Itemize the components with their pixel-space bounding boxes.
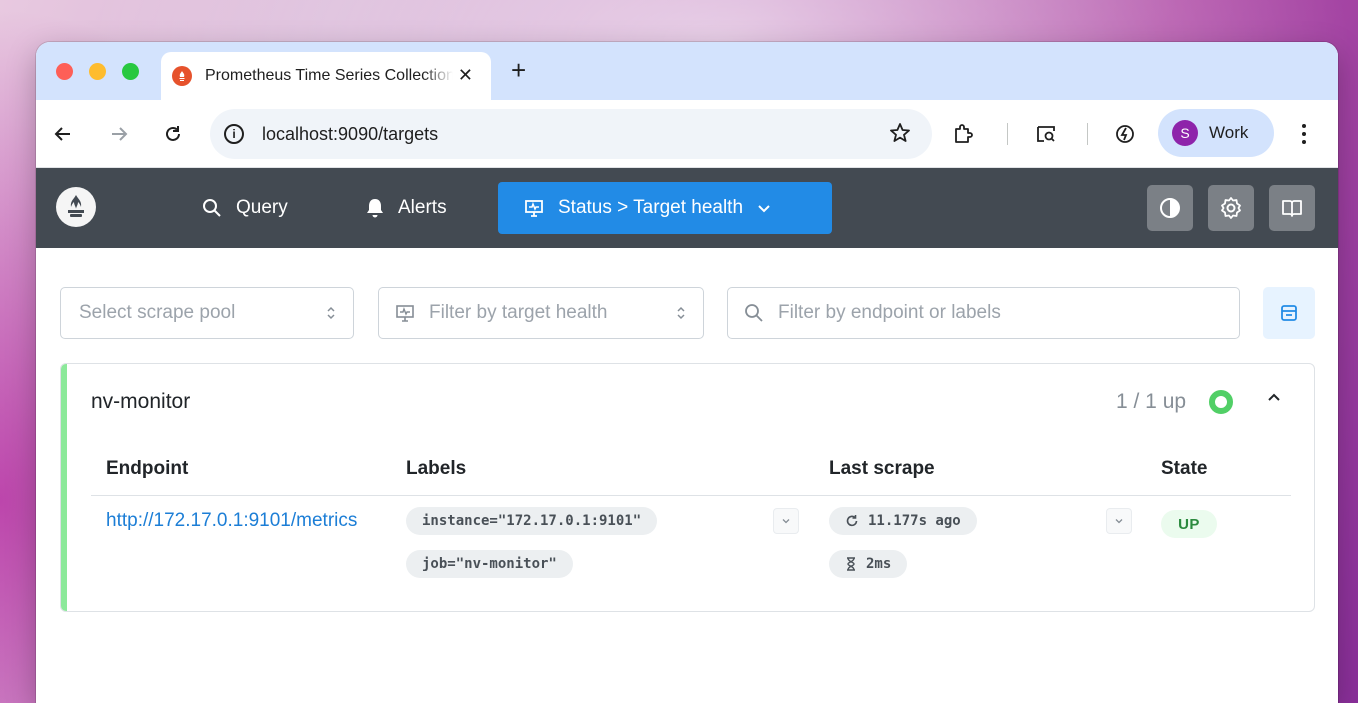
search-icon: [202, 198, 222, 218]
toolbar-divider: [1007, 123, 1008, 145]
monitor-icon: [524, 198, 544, 218]
endpoint-filter-placeholder: Filter by endpoint or labels: [778, 302, 1001, 323]
back-button[interactable]: [46, 117, 80, 151]
new-tab-button[interactable]: +: [511, 56, 526, 84]
prometheus-navbar: Query Alerts Status > Target health: [36, 168, 1338, 248]
address-bar[interactable]: i localhost:9090/targets: [210, 109, 932, 159]
expand-labels-button[interactable]: [773, 508, 799, 534]
nav-status-dropdown[interactable]: Status > Target health: [498, 182, 832, 234]
tab-close-icon[interactable]: ✕: [458, 65, 473, 85]
settings-icon: [1221, 197, 1241, 219]
prometheus-favicon-icon: [172, 66, 192, 86]
nav-status-label: Status > Target health: [558, 197, 744, 218]
nav-query-link[interactable]: Query: [202, 182, 288, 234]
expand-scrape-details-button[interactable]: [1106, 508, 1132, 534]
scrape-pool-select[interactable]: Select scrape pool: [60, 287, 354, 339]
bell-icon: [366, 198, 384, 218]
scrape-pool-card: nv-monitor 1 / 1 up Endpoint Labels Last…: [60, 363, 1315, 612]
docs-button[interactable]: [1269, 185, 1315, 231]
state-badge: UP: [1161, 510, 1217, 538]
reload-icon: [166, 126, 180, 141]
maximize-window-button[interactable]: [122, 63, 139, 80]
theme-toggle-icon: [1160, 198, 1180, 218]
endpoint-filter-input[interactable]: Filter by endpoint or labels: [727, 287, 1240, 339]
nav-query-label: Query: [236, 197, 288, 218]
collapse-all-button[interactable]: [1263, 287, 1315, 339]
profile-button[interactable]: S Work: [1158, 109, 1274, 157]
back-arrow-icon: [54, 127, 70, 141]
nav-alerts-link[interactable]: Alerts: [366, 182, 447, 234]
minimize-window-button[interactable]: [89, 63, 106, 80]
docs-book-icon: [1282, 200, 1302, 217]
search-icon: [744, 303, 764, 323]
column-header-endpoint: Endpoint: [106, 458, 189, 479]
reload-button[interactable]: [156, 117, 190, 151]
column-header-last-scrape: Last scrape: [829, 458, 935, 479]
last-scrape-text: 11.177s ago: [868, 513, 961, 529]
chevron-down-icon: [782, 519, 790, 524]
pool-health-ring-icon: [1209, 390, 1233, 414]
tab-search-icon[interactable]: [1029, 117, 1063, 151]
column-header-state: State: [1161, 458, 1208, 479]
chevron-up-icon[interactable]: [1266, 390, 1282, 406]
endpoint-link[interactable]: http://172.17.0.1:9101/metrics: [106, 510, 357, 532]
chevron-up-down-icon: [325, 303, 337, 323]
chevron-up-down-icon: [675, 303, 687, 323]
column-header-labels: Labels: [406, 458, 467, 479]
hourglass-icon: [845, 557, 857, 571]
tab-title: Prometheus Time Series Collection and Pr…: [205, 67, 453, 84]
monitor-icon: [395, 303, 415, 323]
pool-up-count: 1 / 1 up: [1116, 390, 1187, 413]
pool-name: nv-monitor: [91, 390, 191, 413]
scrape-duration-badge: 2ms: [829, 550, 908, 578]
url-text[interactable]: localhost:9090/targets: [262, 124, 438, 145]
theme-toggle-button[interactable]: [1147, 185, 1193, 231]
scrape-pool-placeholder: Select scrape pool: [79, 302, 236, 323]
extensions-icon[interactable]: [946, 117, 980, 151]
settings-button[interactable]: [1208, 185, 1254, 231]
toolbar-divider: [1087, 123, 1088, 145]
avatar: S: [1172, 120, 1198, 146]
label-badge: instance="172.17.0.1:9101": [406, 507, 658, 535]
table-header-divider: [91, 495, 1291, 496]
label-badge: job="nv-monitor": [406, 550, 573, 578]
prometheus-logo-icon[interactable]: [56, 187, 96, 227]
target-health-select[interactable]: Filter by target health: [378, 287, 704, 339]
browser-tab-prometheus[interactable]: Prometheus Time Series Collection and Pr…: [161, 52, 491, 100]
forward-button[interactable]: [102, 117, 136, 151]
chevron-down-icon: [757, 201, 771, 215]
performance-icon[interactable]: [1108, 117, 1142, 151]
browser-window: Prometheus Time Series Collection and Pr…: [36, 42, 1338, 703]
target-health-placeholder: Filter by target health: [429, 302, 608, 323]
forward-arrow-icon: [112, 127, 128, 141]
last-scrape-badge: 11.177s ago: [829, 507, 977, 535]
browser-toolbar: i localhost:9090/targets S Work: [36, 100, 1338, 168]
chevron-down-icon: [1115, 519, 1123, 524]
site-info-icon[interactable]: i: [224, 124, 244, 144]
collapse-all-icon: [1281, 305, 1297, 321]
browser-menu-icon[interactable]: [1294, 117, 1314, 151]
nav-alerts-label: Alerts: [398, 197, 447, 218]
profile-name: Work: [1209, 123, 1249, 142]
refresh-icon: [845, 514, 859, 528]
bookmark-star-icon[interactable]: [888, 121, 912, 150]
scrape-duration-text: 2ms: [866, 556, 892, 572]
close-window-button[interactable]: [56, 63, 73, 80]
tab-strip: Prometheus Time Series Collection and Pr…: [36, 42, 1338, 100]
